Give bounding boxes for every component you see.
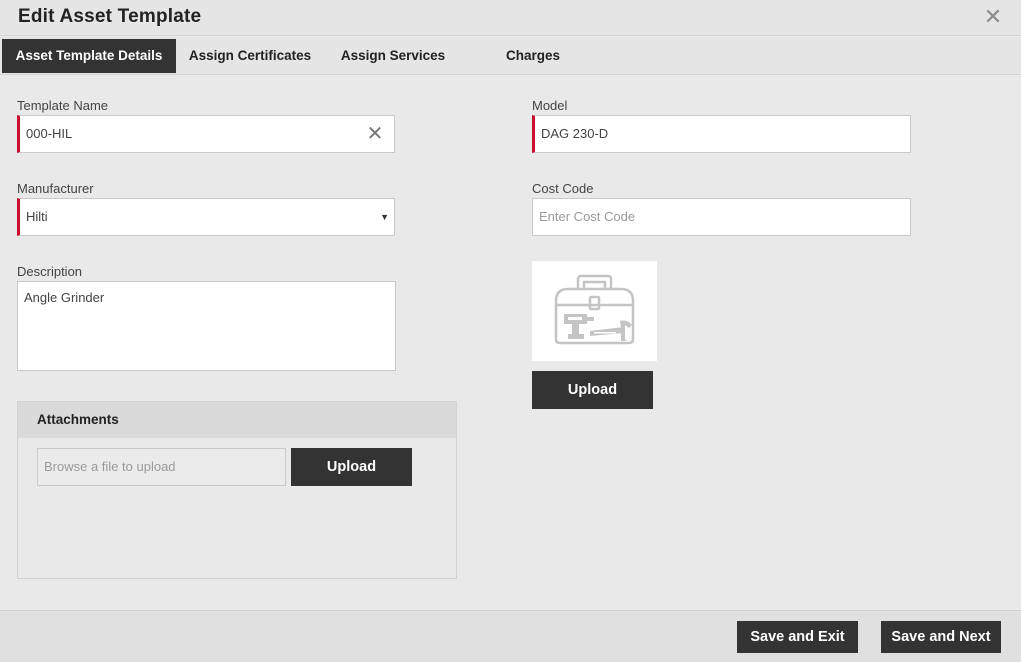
manufacturer-value: Hilti — [26, 209, 48, 224]
image-upload-button[interactable]: Upload — [532, 371, 653, 409]
cost-code-input[interactable]: Enter Cost Code — [532, 198, 911, 236]
description-textarea[interactable]: Angle Grinder — [17, 281, 396, 371]
modal-title: Edit Asset Template — [18, 6, 202, 27]
save-and-exit-button[interactable]: Save and Exit — [737, 621, 858, 653]
tab-bar: Asset Template Details Assign Certificat… — [0, 37, 1021, 75]
description-label: Description — [17, 264, 83, 279]
model-label: Model — [532, 98, 568, 113]
modal-footer: Save and Exit Save and Next — [0, 610, 1021, 662]
cost-code-placeholder: Enter Cost Code — [539, 209, 636, 224]
attachments-title: Attachments — [37, 412, 119, 427]
tab-assign-certificates[interactable]: Assign Certificates — [182, 39, 318, 73]
browse-file-input[interactable]: Browse a file to upload — [37, 448, 286, 486]
chevron-down-icon: ▼ — [380, 212, 389, 222]
attachment-upload-button[interactable]: Upload — [291, 448, 412, 486]
tab-asset-template-details[interactable]: Asset Template Details — [2, 39, 176, 73]
model-value: DAG 230-D — [541, 126, 609, 141]
asset-image — [532, 261, 657, 361]
close-icon[interactable]: ✕ — [983, 6, 1003, 28]
clear-icon[interactable]: ✕ — [366, 124, 384, 144]
toolbox-icon — [554, 274, 635, 345]
template-name-label: Template Name — [17, 98, 109, 113]
model-input[interactable]: DAG 230-D — [532, 115, 911, 153]
attachments-panel: Attachments Browse a file to upload Uplo… — [17, 401, 457, 579]
template-name-value: 000-HIL — [26, 126, 73, 141]
browse-file-placeholder: Browse a file to upload — [44, 459, 176, 474]
template-name-input[interactable]: 000-HIL ✕ — [17, 115, 395, 153]
description-value: Angle Grinder — [24, 290, 105, 305]
tab-assign-services[interactable]: Assign Services — [332, 39, 454, 73]
save-and-next-button[interactable]: Save and Next — [881, 621, 1001, 653]
modal-header: Edit Asset Template ✕ — [0, 0, 1021, 36]
tab-charges[interactable]: Charges — [494, 39, 572, 73]
manufacturer-label: Manufacturer — [17, 181, 94, 196]
manufacturer-select[interactable]: Hilti ▼ — [17, 198, 395, 236]
attachments-header: Attachments — [18, 402, 456, 438]
cost-code-label: Cost Code — [532, 181, 594, 196]
